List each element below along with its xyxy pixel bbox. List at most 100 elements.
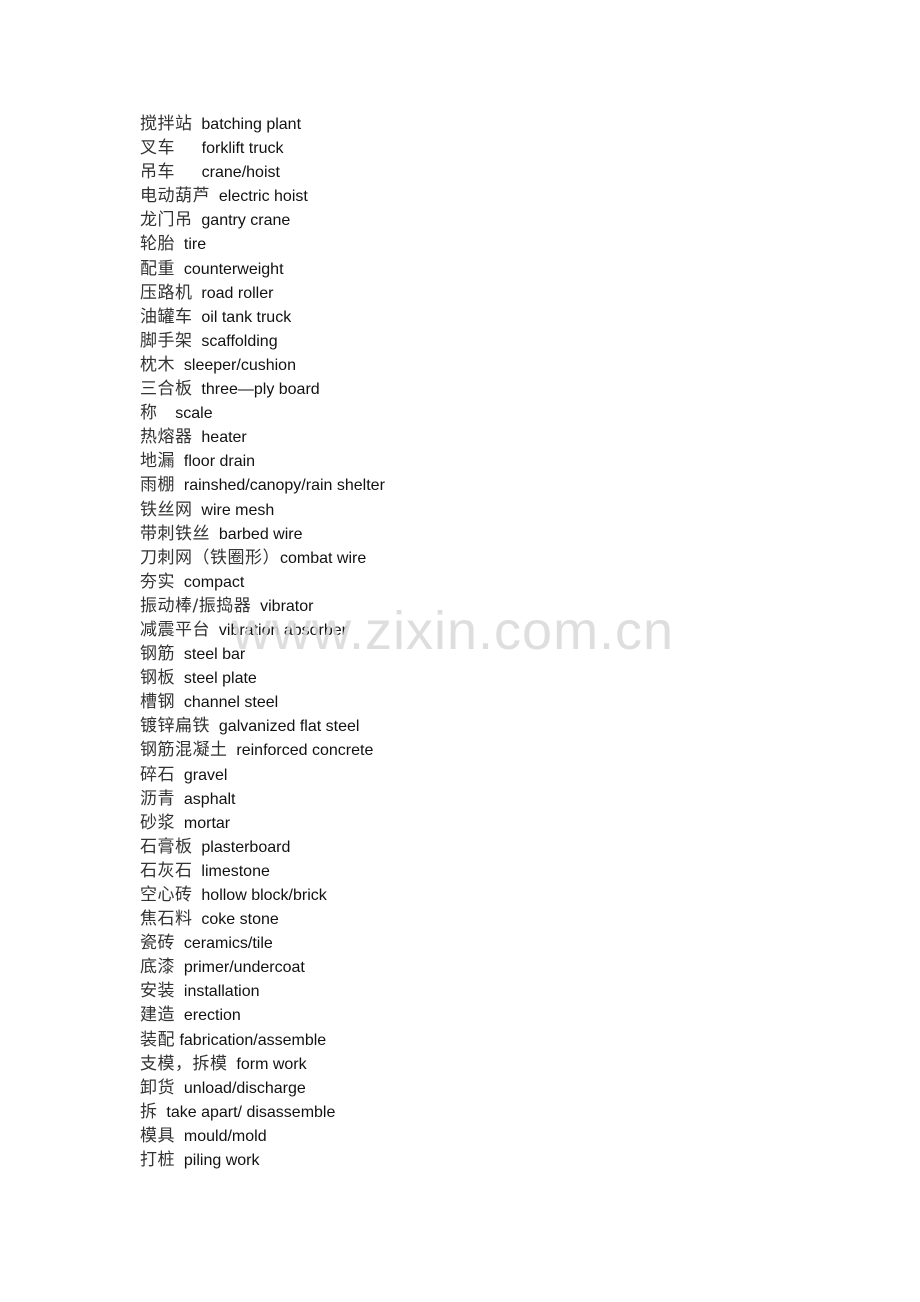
term-english: vibration absorber xyxy=(218,621,347,639)
glossary-entry: 热熔器 heater xyxy=(140,425,385,449)
term-english: asphalt xyxy=(183,790,236,808)
term-separator xyxy=(175,574,184,591)
term-chinese: 模具 xyxy=(140,1125,175,1146)
term-chinese: 吊车 xyxy=(140,162,175,183)
term-english: unload/discharge xyxy=(183,1079,306,1097)
term-chinese: 夯实 xyxy=(140,571,175,592)
term-separator xyxy=(175,694,184,711)
term-chinese: 钢筋 xyxy=(140,644,175,665)
term-chinese: 轮胎 xyxy=(140,234,175,255)
term-chinese: 三合板 xyxy=(140,379,193,400)
term-chinese: 镀锌扁铁 xyxy=(140,716,210,737)
term-separator xyxy=(175,236,184,253)
glossary-entry: 电动葫芦 electric hoist xyxy=(140,184,385,208)
term-english: crane/hoist xyxy=(201,164,280,182)
term-chinese: 压路机 xyxy=(140,282,193,303)
term-english: scaffolding xyxy=(201,332,278,350)
term-separator xyxy=(158,405,176,422)
glossary-entry: 龙门吊 gantry crane xyxy=(140,208,385,232)
glossary-entry: 带刺铁丝 barbed wire xyxy=(140,522,385,546)
term-separator xyxy=(210,188,219,205)
glossary-list: 搅拌站 batching plant 叉车 forklift truck 吊车 cr… xyxy=(140,112,385,1172)
term-separator xyxy=(175,670,184,687)
term-english: take apart/ disassemble xyxy=(166,1103,336,1121)
term-chinese: 底漆 xyxy=(140,957,175,978)
glossary-entry: 空心砖 hollow block/brick xyxy=(140,883,385,907)
term-chinese: 钢筋混凝土 xyxy=(140,740,228,761)
term-chinese: 建造 xyxy=(140,1005,175,1026)
glossary-entry: 模具 mould/mold xyxy=(140,1124,385,1148)
glossary-entry: 雨棚 rainshed/canopy/rain shelter xyxy=(140,473,385,497)
term-separator xyxy=(175,1007,184,1024)
glossary-entry: 搅拌站 batching plant xyxy=(140,112,385,136)
term-chinese: 装配 xyxy=(140,1029,175,1050)
term-english: floor drain xyxy=(183,453,256,471)
term-separator xyxy=(175,164,202,181)
term-chinese: 称 xyxy=(140,403,158,424)
glossary-entry: 压路机 road roller xyxy=(140,281,385,305)
term-chinese: 碎石 xyxy=(140,764,175,785)
term-chinese: 振动棒/振捣器 xyxy=(140,595,252,616)
glossary-entry: 配重 counterweight xyxy=(140,257,385,281)
term-english: plasterboard xyxy=(201,838,291,856)
term-english: combat wire xyxy=(280,549,367,567)
term-chinese: 石灰石 xyxy=(140,860,193,881)
term-english: coke stone xyxy=(201,911,279,929)
glossary-entry: 刀刺网（铁圈形）combat wire xyxy=(140,546,385,570)
term-separator xyxy=(175,357,184,374)
term-english: sleeper/cushion xyxy=(183,356,296,374)
glossary-entry: 枕木 sleeper/cushion xyxy=(140,353,385,377)
glossary-entry: 振动棒/振捣器 vibrator xyxy=(140,594,385,618)
term-separator xyxy=(175,477,184,494)
glossary-entry: 石膏板 plasterboard xyxy=(140,835,385,859)
term-separator xyxy=(210,622,219,639)
term-english: reinforced concrete xyxy=(236,742,374,760)
term-separator xyxy=(175,959,184,976)
term-chinese: 枕木 xyxy=(140,354,175,375)
term-english: tire xyxy=(183,236,207,254)
term-chinese: 搅拌站 xyxy=(140,114,193,134)
term-english: road roller xyxy=(201,284,274,302)
term-separator xyxy=(175,453,184,470)
glossary-entry: 卸货 unload/discharge xyxy=(140,1076,385,1100)
term-english: mould/mold xyxy=(183,1127,267,1145)
term-chinese: 瓷砖 xyxy=(140,933,175,954)
term-english: vibrator xyxy=(260,597,314,615)
term-english: piling work xyxy=(183,1152,260,1170)
glossary-entry: 安装 installation xyxy=(140,979,385,1003)
term-english: galvanized flat steel xyxy=(218,718,360,736)
term-separator xyxy=(175,983,184,1000)
term-chinese: 拆 xyxy=(140,1101,158,1122)
term-chinese: 叉车 xyxy=(140,138,175,159)
glossary-entry: 脚手架 scaffolding xyxy=(140,329,385,353)
term-english: gantry crane xyxy=(201,212,291,230)
term-english: steel plate xyxy=(183,670,257,688)
glossary-entry: 镀锌扁铁 galvanized flat steel xyxy=(140,714,385,738)
term-chinese: 电动葫芦 xyxy=(140,186,210,207)
glossary-entry: 底漆 primer/undercoat xyxy=(140,955,385,979)
term-chinese: 油罐车 xyxy=(140,306,193,327)
glossary-entry: 焦石料 coke stone xyxy=(140,907,385,931)
term-chinese: 刀刺网（铁圈形） xyxy=(140,547,280,568)
term-chinese: 铁丝网 xyxy=(140,499,193,520)
glossary-entry: 三合板 three—ply board xyxy=(140,377,385,401)
term-chinese: 石膏板 xyxy=(140,836,193,857)
term-separator xyxy=(210,718,219,735)
term-chinese: 安装 xyxy=(140,981,175,1002)
term-english: channel steel xyxy=(183,694,279,712)
term-chinese: 空心砖 xyxy=(140,885,193,905)
term-english: batching plant xyxy=(201,116,302,133)
term-separator xyxy=(175,1152,184,1169)
glossary-entry: 叉车 forklift truck xyxy=(140,136,385,160)
term-chinese: 热熔器 xyxy=(140,427,193,448)
term-english: form work xyxy=(236,1055,307,1073)
term-english: limestone xyxy=(201,862,270,880)
term-separator xyxy=(175,1080,184,1097)
glossary-entry: 钢筋混凝土 reinforced concrete xyxy=(140,738,385,762)
term-english: erection xyxy=(183,1007,241,1025)
term-separator xyxy=(210,526,219,543)
term-english: electric hoist xyxy=(218,188,308,206)
term-chinese: 带刺铁丝 xyxy=(140,523,210,544)
term-english: steel bar xyxy=(183,646,246,664)
term-separator xyxy=(175,261,184,278)
